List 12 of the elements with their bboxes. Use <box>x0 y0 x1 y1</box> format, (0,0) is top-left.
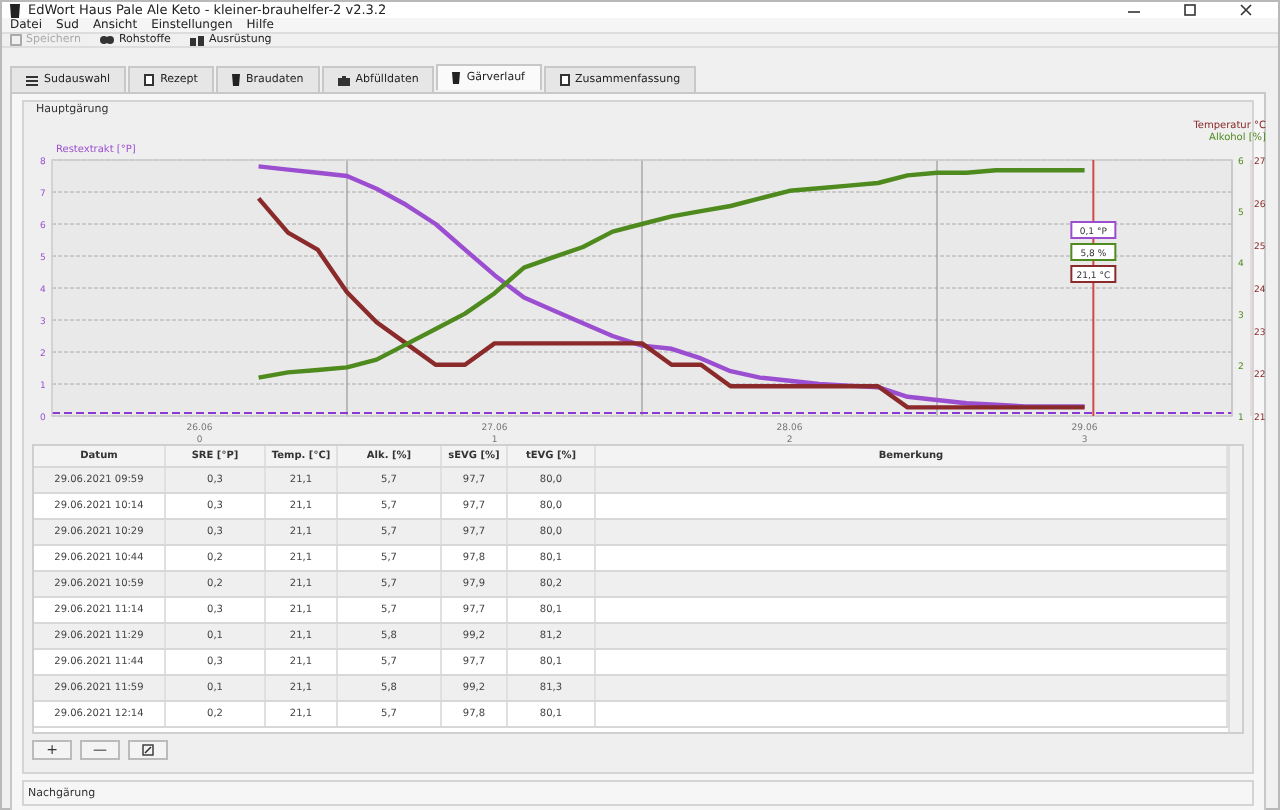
edit-icon <box>142 744 154 756</box>
edit-button[interactable] <box>128 740 168 760</box>
cursor-line[interactable] <box>1092 159 1095 417</box>
bottles-icon <box>337 74 350 86</box>
scrollbar[interactable] <box>1228 446 1242 732</box>
beer-glass-icon <box>10 3 20 17</box>
document-icon <box>144 74 155 86</box>
list-icon <box>26 75 38 85</box>
beer-glass-icon <box>231 74 240 86</box>
save-icon <box>10 34 22 46</box>
document-icon <box>559 74 569 86</box>
beer-glass-icon <box>452 72 461 84</box>
